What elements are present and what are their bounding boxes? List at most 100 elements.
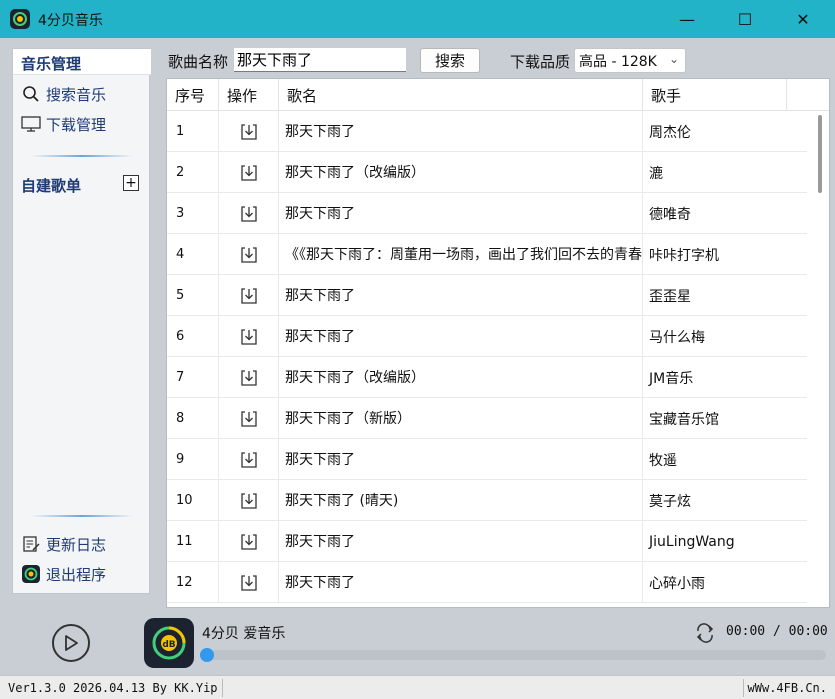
download-icon[interactable] (239, 368, 259, 388)
song-name: 那天下雨了 (279, 275, 643, 316)
add-playlist-button[interactable]: + (123, 175, 139, 191)
download-cell (219, 316, 279, 357)
track-title: 4分贝 爱音乐 (202, 626, 286, 642)
progress-bar[interactable] (200, 648, 826, 662)
monitor-icon (21, 114, 41, 134)
row-number: 6 (167, 316, 219, 357)
table-row[interactable]: 9 那天下雨了 牧遥 (167, 439, 807, 480)
search-input[interactable] (234, 48, 406, 72)
download-cell (219, 439, 279, 480)
download-cell (219, 152, 279, 193)
sidebar-item-search[interactable]: 搜索音乐 (21, 83, 106, 105)
sidebar-header: 音乐管理 (13, 49, 151, 75)
table-row[interactable]: 8 那天下雨了（新版） 宝藏音乐馆 (167, 398, 807, 439)
artist-name: 咔咔打字机 (649, 247, 719, 264)
column-header-no[interactable]: 序号 (167, 79, 219, 111)
playlist-heading: 自建歌单 (21, 177, 82, 195)
repeat-icon[interactable] (694, 622, 716, 644)
row-number: 11 (167, 521, 219, 562)
song-name: 那天下雨了 (晴天) (279, 480, 643, 521)
scroll-thumb[interactable] (818, 115, 822, 193)
play-button[interactable] (52, 624, 90, 662)
download-cell (219, 275, 279, 316)
play-icon (65, 635, 78, 651)
download-icon[interactable] (239, 450, 259, 470)
sidebar-item-label: 更新日志 (46, 535, 107, 554)
sidebar-item-exit[interactable]: 退出程序 (21, 563, 106, 585)
download-icon[interactable] (239, 573, 259, 593)
song-name: 那天下雨了 (279, 111, 643, 152)
window-title: 4分贝音乐 (38, 13, 103, 29)
song-name: 那天下雨了 (279, 193, 643, 234)
vertical-scrollbar[interactable] (813, 111, 827, 607)
sidebar-item-label: 下载管理 (46, 115, 107, 134)
svg-text:dB: dB (162, 640, 175, 650)
progress-knob[interactable] (200, 648, 214, 662)
search-button[interactable]: 搜索 (420, 48, 480, 73)
row-number: 9 (167, 439, 219, 480)
chevron-down-icon: ⌄ (668, 52, 679, 66)
table-row[interactable]: 5 那天下雨了 歪歪星 (167, 275, 807, 316)
artist-name: 牧遥 (649, 452, 677, 469)
song-name: 那天下雨了 (279, 521, 643, 562)
table-row[interactable]: 10 那天下雨了 (晴天) 莫子炫 (167, 480, 807, 521)
sidebar-item-changelog[interactable]: 更新日志 (21, 533, 106, 555)
row-number: 12 (167, 562, 219, 603)
download-cell (219, 398, 279, 439)
sidebar: 音乐管理 搜索音乐 下载管理 自建歌单 + 更新日志 退出程序 (12, 48, 151, 594)
song-name: 那天下雨了（改编版） (279, 357, 643, 398)
table-row[interactable]: 3 那天下雨了 德唯奇 (167, 193, 807, 234)
download-icon[interactable] (239, 327, 259, 347)
table-row[interactable]: 2 那天下雨了（改编版） 漉 (167, 152, 807, 193)
album-cover: dB (144, 618, 194, 668)
artist-name: 周杰伦 (649, 124, 691, 141)
minimize-button[interactable]: — (664, 0, 710, 38)
artist-name: 宝藏音乐馆 (649, 411, 719, 428)
version-label: Ver1.3.0 2026.04.13 By KK.Yip (4, 679, 223, 697)
row-number: 3 (167, 193, 219, 234)
song-name: 那天下雨了（新版） (279, 398, 643, 439)
column-header-song[interactable]: 歌名 (279, 79, 643, 111)
download-cell (219, 562, 279, 603)
sidebar-item-label: 退出程序 (46, 565, 107, 584)
playback-time: 00:00 / 00:00 (726, 624, 828, 639)
download-icon[interactable] (239, 163, 259, 183)
quality-select[interactable]: 高品 - 128K ⌄ (574, 48, 686, 73)
app-logo-icon: dB (152, 626, 186, 660)
artist-name: 德唯奇 (649, 206, 691, 223)
player-bar: dB 4分贝 爱音乐 00:00 / 00:00 (0, 612, 835, 674)
download-icon[interactable] (239, 286, 259, 306)
download-icon[interactable] (239, 122, 259, 142)
song-name: 那天下雨了 (279, 562, 643, 603)
divider (31, 515, 133, 517)
log-icon (21, 534, 41, 554)
artist-name: 漉 (649, 165, 663, 182)
download-icon[interactable] (239, 245, 259, 265)
column-header-action[interactable]: 操作 (219, 79, 279, 111)
download-icon[interactable] (239, 491, 259, 511)
download-icon[interactable] (239, 532, 259, 552)
app-logo-icon (21, 564, 41, 584)
download-cell (219, 111, 279, 152)
quality-value: 高品 - 128K (579, 53, 657, 70)
row-number: 8 (167, 398, 219, 439)
row-number: 4 (167, 234, 219, 275)
maximize-button[interactable]: ☐ (722, 0, 768, 38)
table-row[interactable]: 1 那天下雨了 周杰伦 (167, 111, 807, 152)
column-header-artist[interactable]: 歌手 (643, 79, 787, 111)
table-row[interactable]: 4 《《那天下雨了：周董用一场雨，画出了我们回不去的青春 咔咔打字机 (167, 234, 807, 275)
table-header: 序号 操作 歌名 歌手 (167, 79, 829, 111)
row-number: 5 (167, 275, 219, 316)
table-row[interactable]: 7 那天下雨了（改编版） JM音乐 (167, 357, 807, 398)
sidebar-item-download-manager[interactable]: 下载管理 (21, 113, 106, 135)
download-icon[interactable] (239, 409, 259, 429)
table-row[interactable]: 12 那天下雨了 心碎小雨 (167, 562, 807, 603)
title-bar: 4分贝音乐 — ☐ ✕ (0, 0, 835, 38)
divider (31, 155, 133, 157)
website-label: wWw.4FB.Cn. (742, 679, 831, 697)
row-number: 1 (167, 111, 219, 152)
table-row[interactable]: 11 那天下雨了 JiuLingWang (167, 521, 807, 562)
close-button[interactable]: ✕ (780, 0, 826, 38)
table-row[interactable]: 6 那天下雨了 马什么梅 (167, 316, 807, 357)
download-icon[interactable] (239, 204, 259, 224)
